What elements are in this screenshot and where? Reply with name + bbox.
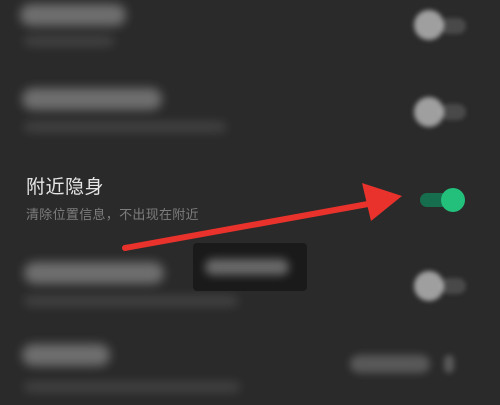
settings-item-5-subtitle [24, 382, 240, 392]
settings-item-5-value [350, 355, 430, 373]
settings-item-2-subtitle [24, 122, 226, 132]
settings-item-5-title [22, 344, 110, 366]
settings-screen: 附近隐身 清除位置信息，不出现在附近 [0, 0, 500, 405]
settings-item-4-subtitle [24, 296, 238, 306]
settings-item-4-toggle[interactable] [414, 271, 444, 301]
settings-item-2[interactable] [0, 70, 500, 160]
toast [193, 243, 307, 291]
settings-item-4-title [24, 262, 164, 284]
nearby-invisible-subtitle: 清除位置信息，不出现在附近 [26, 208, 199, 223]
nearby-invisible-toggle[interactable] [420, 188, 466, 212]
settings-item-1-subtitle [24, 36, 114, 46]
toast-text [205, 259, 289, 275]
settings-item-2-title [22, 88, 162, 110]
toggle-thumb [441, 188, 465, 212]
nearby-invisible-title: 附近隐身 [26, 176, 105, 198]
settings-item-1-title [20, 4, 126, 26]
chevron-right-icon [444, 355, 454, 373]
settings-item-1-toggle[interactable] [414, 10, 444, 40]
settings-item-2-toggle[interactable] [414, 97, 444, 127]
settings-item-1[interactable] [0, 0, 500, 70]
